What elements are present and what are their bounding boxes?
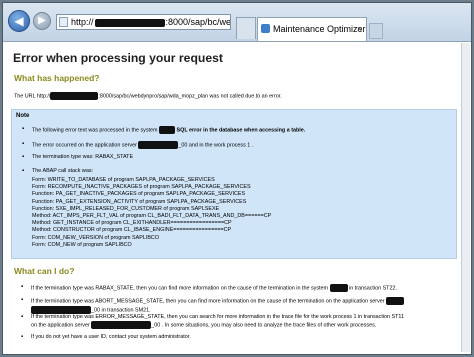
address-bar[interactable]: http:// :8000/sap/bc/web xyxy=(56,14,231,30)
help-item-rabax: If the termination type was RABAX_STATE,… xyxy=(21,284,456,293)
call-stack-line: Method: GET_INSTANCE of program CL_EXITH… xyxy=(32,220,232,227)
help-item-user-id: If you do not yet have a user ID, contac… xyxy=(21,334,456,342)
page-content: Error when processing your request What … xyxy=(11,43,463,346)
tab-title: Maintenance Optimizer xyxy=(273,24,366,34)
help-item-abort-message: If the termination type was ABORT_MESSAG… xyxy=(21,297,456,315)
address-url-suffix: :8000/sap/bc/web xyxy=(165,17,231,27)
note-item1-start: The following error text was processed i… xyxy=(32,127,160,134)
redacted-server xyxy=(31,305,91,314)
note-item-termination-type: The termination type was: RABAX_STATE xyxy=(22,154,133,162)
tab-maintenance-optimizer[interactable]: Maintenance Optimizer × xyxy=(257,17,367,41)
redacted-host xyxy=(50,92,99,100)
url-error-text: The URL http:// :8000/sap/bc/webdynpro/sa… xyxy=(14,92,282,101)
help-item1-end: in transaction ST22. xyxy=(347,285,397,292)
forward-arrow-icon[interactable]: ▶ xyxy=(33,12,51,30)
page-title: Error when processing your request xyxy=(13,51,223,65)
help-item1-start: If the termination type was RABAX_STATE,… xyxy=(31,285,330,292)
redacted-system xyxy=(329,284,348,292)
what-can-i-do-heading: What can I do? xyxy=(14,266,75,276)
help-item2-end: _00 in transaction SM21. xyxy=(91,307,151,314)
note-box: Note The following error text was proces… xyxy=(11,109,457,259)
address-url-prefix: http:// xyxy=(71,17,94,27)
call-stack-line: Method: ACT_IMPS_PER_FLT_VAL of program … xyxy=(32,212,272,219)
call-stack-list: Form: WRITE_TO_DATABASE of program SAPLP… xyxy=(32,177,271,249)
url-text-end: :8000/sap/bc/webdynpro/sap/wda_mopz_plan… xyxy=(98,93,282,100)
call-stack-line: Method: CONSTRUCTOR of program CL_IBASE_… xyxy=(32,227,232,234)
page-icon xyxy=(59,17,68,27)
call-stack-line: Function: SXE_IMPL_RELEASED_FOR_CUSTOMER… xyxy=(32,205,220,212)
call-stack-line: Form: WRITE_TO_DATABASE of program SAPLP… xyxy=(32,177,215,183)
note-title: Note xyxy=(16,113,30,119)
what-happened-heading: What has happened? xyxy=(14,73,100,83)
redacted-server xyxy=(386,297,405,305)
help-item3-end: _00 . In some situations, you may also n… xyxy=(151,322,377,329)
note-item1-end: SQL error in the database when accessing… xyxy=(175,127,306,134)
redacted-host xyxy=(94,18,165,27)
new-tab-button[interactable] xyxy=(369,23,383,39)
note-item-app-server: The error occurred on the application se… xyxy=(22,141,254,150)
sap-favicon-icon xyxy=(261,24,270,33)
note-item-call-stack: The ABAP call stack was: xyxy=(22,168,93,176)
note-item2-end: _00 and in the work process 1 . xyxy=(178,142,254,149)
call-stack-line: Form: COM_NEW of program SAPLIBCO xyxy=(32,241,132,248)
back-arrow-icon[interactable]: ◀ xyxy=(8,10,30,32)
note-item2-start: The error occurred on the application se… xyxy=(32,142,139,149)
call-stack-line: Form: COM_NEW_VERSION of program SAPLIBC… xyxy=(32,234,160,241)
redacted-server xyxy=(91,321,152,330)
help-item-error-message: If the termination type was ERROR_MESSAG… xyxy=(21,314,456,330)
call-stack-line: Function: PA_GET_EXTENSION_ACTIVITY of p… xyxy=(32,198,247,205)
browser-toolbar: ◀ ▶ http:// :8000/sap/bc/web Maintenance … xyxy=(3,3,471,42)
help-item3-line2-start: on the application server xyxy=(31,322,92,329)
browser-window: ◀ ▶ http:// :8000/sap/bc/web Maintenance … xyxy=(2,2,472,355)
redacted-system xyxy=(159,126,176,134)
vertical-scrollbar[interactable] xyxy=(461,43,470,352)
call-stack-line: Function: PA_GET_INACTIVE_PACKAGES of pr… xyxy=(32,191,246,198)
call-stack-line: Form: RECOMPUTE_INACTIVE_PACKAGES of pro… xyxy=(32,184,251,191)
help-item3-start: If the termination type was ERROR_MESSAG… xyxy=(31,314,405,320)
redacted-server xyxy=(138,141,179,149)
tab-inactive[interactable] xyxy=(236,17,256,39)
note-item-error-text: The following error text was processed i… xyxy=(22,126,306,135)
url-text-start: The URL http:// xyxy=(14,93,51,100)
help-item2-start: If the termination type was ABORT_MESSAG… xyxy=(31,298,387,305)
close-icon[interactable]: × xyxy=(357,18,362,40)
